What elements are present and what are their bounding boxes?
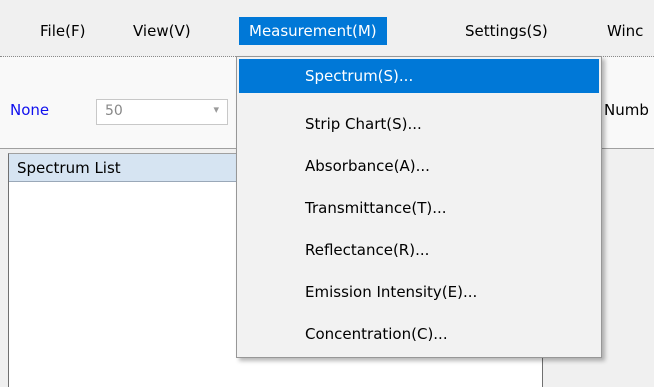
menu-bar: File(F) View(V) Measurement(M) Settings(… <box>0 0 654 57</box>
menu-view[interactable]: View(V) <box>123 17 201 45</box>
count-combobox[interactable]: 50 ▾ <box>96 99 228 125</box>
menu-window[interactable]: Winc <box>597 17 653 45</box>
combo-value: 50 <box>105 103 123 119</box>
none-label[interactable]: None <box>10 101 49 119</box>
chevron-down-icon[interactable]: ▾ <box>213 103 219 116</box>
menu-settings[interactable]: Settings(S) <box>455 17 558 45</box>
menu-item-spectrum[interactable]: Spectrum(S)... <box>239 59 599 93</box>
menu-file[interactable]: File(F) <box>30 17 95 45</box>
menu-item-transmittance[interactable]: Transmittance(T)... <box>239 191 599 225</box>
spectrum-list-title: Spectrum List <box>17 159 121 177</box>
number-label: Numb <box>604 101 649 119</box>
menu-item-absorbance[interactable]: Absorbance(A)... <box>239 149 599 183</box>
menu-item-reflectance[interactable]: Reflectance(R)... <box>239 233 599 267</box>
measurement-dropdown-menu: Spectrum(S)... Strip Chart(S)... Absorba… <box>236 56 602 358</box>
menu-item-emission-intensity[interactable]: Emission Intensity(E)... <box>239 275 599 309</box>
menu-item-strip-chart[interactable]: Strip Chart(S)... <box>239 107 599 141</box>
app-window: File(F) View(V) Measurement(M) Settings(… <box>0 0 654 387</box>
menu-item-concentration[interactable]: Concentration(C)... <box>239 317 599 351</box>
menu-measurement[interactable]: Measurement(M) <box>239 17 387 45</box>
